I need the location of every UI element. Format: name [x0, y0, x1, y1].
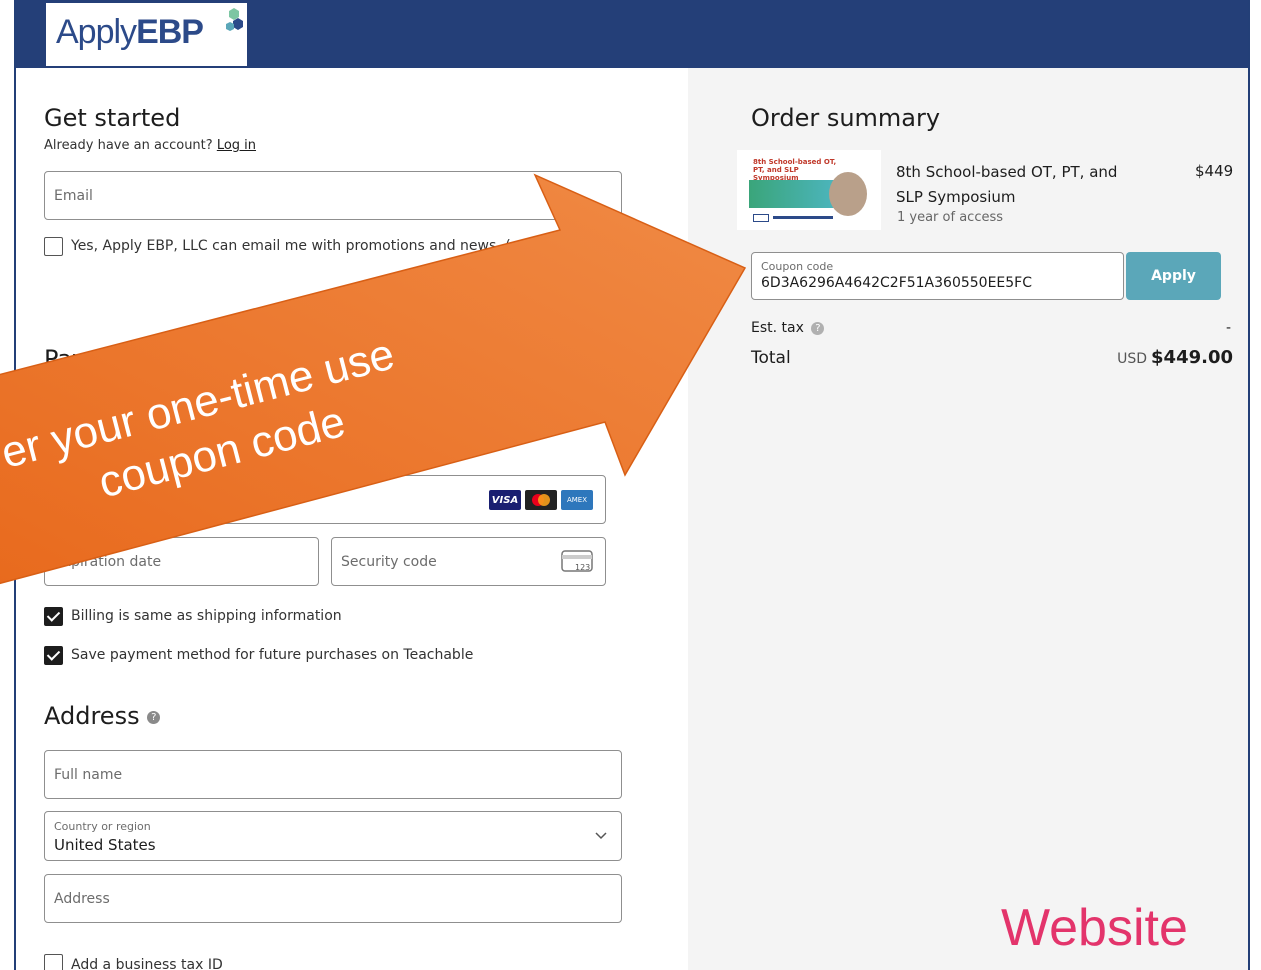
- security-placeholder: Security code: [341, 553, 437, 570]
- cvc-card-icon: 123: [561, 550, 593, 572]
- coupon-label: Coupon code: [761, 260, 834, 273]
- visa-icon: VISA: [489, 490, 521, 510]
- item-price: $449: [1195, 162, 1234, 180]
- address-field[interactable]: Address: [44, 874, 622, 923]
- payment-title: Pay: [44, 345, 87, 373]
- login-link[interactable]: Log in: [217, 138, 256, 153]
- card-number-field[interactable]: VISA AMEX: [44, 475, 606, 524]
- promo-checkbox[interactable]: [44, 237, 63, 256]
- mastercard-icon: [525, 490, 557, 510]
- address-title: Address ?: [44, 702, 161, 730]
- business-tax-label: Add a business tax ID: [71, 957, 223, 970]
- expiration-placeholder: Expiration date: [54, 553, 162, 570]
- total-value: $449.00: [1151, 347, 1233, 368]
- thumbnail-title: 8th School-based OT, PT, and SLP Symposi…: [753, 158, 837, 182]
- security-code-field[interactable]: Security code 123: [331, 537, 606, 586]
- total-row-value: USD $449.00: [1117, 347, 1233, 368]
- checkout-page: ApplyEBP Get started Already have an acc…: [0, 0, 1261, 970]
- billing-same-checkbox[interactable]: [44, 607, 63, 626]
- country-value: United States: [54, 836, 156, 854]
- save-method-label: Save payment method for future purchases…: [71, 647, 474, 663]
- order-summary-title: Order summary: [751, 104, 941, 132]
- billing-same-label: Billing is same as shipping information: [71, 608, 342, 624]
- country-select[interactable]: Country or region United States: [44, 811, 622, 861]
- website-watermark: Website: [1001, 899, 1188, 957]
- email-field[interactable]: Email: [44, 171, 622, 220]
- address-placeholder: Address: [54, 890, 110, 907]
- product-thumbnail: 8th School-based OT, PT, and SLP Symposi…: [737, 150, 881, 230]
- coupon-code-field[interactable]: Coupon code 6D3A6296A4642C2F51A360550EE5…: [751, 252, 1124, 300]
- item-name: 8th School-based OT, PT, and SLP Symposi…: [896, 163, 1118, 206]
- have-account-text: Already have an account?: [44, 138, 213, 153]
- total-label: Total: [751, 348, 791, 368]
- amex-icon: AMEX: [561, 490, 593, 510]
- card-brand-icons: VISA AMEX: [489, 490, 593, 510]
- logo-hexagon-icon: [226, 8, 243, 31]
- full-name-field[interactable]: Full name: [44, 750, 622, 799]
- site-logo[interactable]: ApplyEBP: [46, 3, 247, 66]
- est-tax-row: Est. tax ?: [751, 320, 825, 336]
- promo-checkbox-label: Yes, Apply EBP, LLC can email me with pr…: [71, 238, 573, 254]
- country-label: Country or region: [54, 820, 151, 833]
- save-method-checkbox[interactable]: [44, 646, 63, 665]
- total-currency: USD: [1117, 351, 1148, 367]
- have-account-line: Already have an account? Log in: [44, 138, 256, 153]
- site-header: ApplyEBP: [16, 0, 1248, 68]
- chevron-down-icon: [595, 832, 607, 840]
- tax-info-icon[interactable]: ?: [811, 321, 825, 335]
- item-access: 1 year of access: [897, 210, 1004, 225]
- expiration-date-field[interactable]: Expiration date: [44, 537, 319, 586]
- help-icon[interactable]: ?: [147, 710, 161, 724]
- est-tax-label: Est. tax: [751, 320, 804, 336]
- coupon-value: 6D3A6296A4642C2F51A360550EE5FC: [761, 275, 1033, 291]
- est-tax-value: -: [1226, 320, 1232, 336]
- svg-text:123: 123: [575, 563, 590, 572]
- full-name-placeholder: Full name: [54, 766, 123, 783]
- logo-text: ApplyEBP: [56, 13, 204, 51]
- get-started-title: Get started: [44, 104, 181, 132]
- business-tax-checkbox[interactable]: [44, 954, 63, 970]
- email-placeholder: Email: [54, 187, 93, 204]
- apply-coupon-button[interactable]: Apply: [1126, 252, 1221, 300]
